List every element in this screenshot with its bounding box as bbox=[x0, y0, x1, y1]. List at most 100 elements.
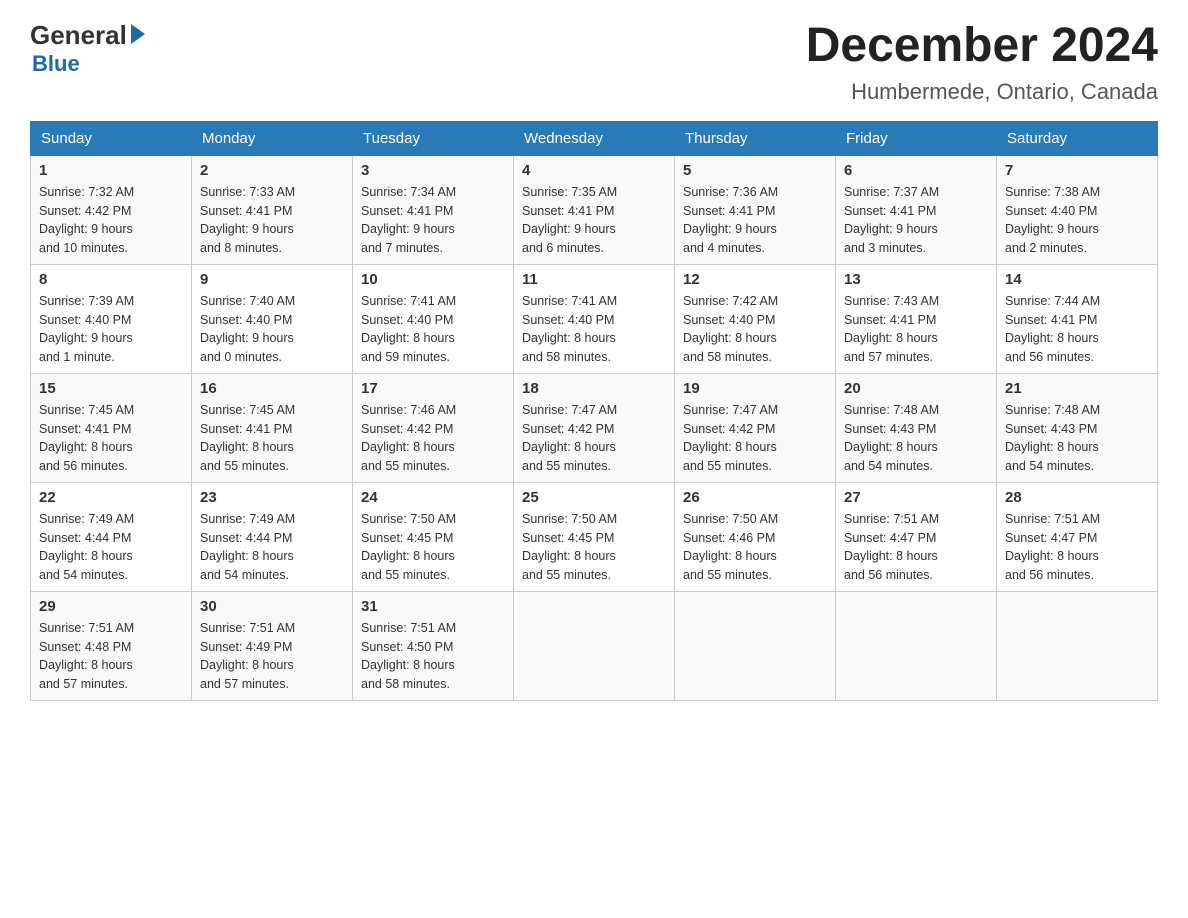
day-number: 15 bbox=[39, 380, 183, 397]
calendar-day-cell: 10 Sunrise: 7:41 AMSunset: 4:40 PMDayligh… bbox=[353, 264, 514, 373]
day-number: 23 bbox=[200, 489, 344, 506]
calendar-day-cell: 23 Sunrise: 7:49 AMSunset: 4:44 PMDayligh… bbox=[192, 482, 353, 591]
calendar-week-row: 15 Sunrise: 7:45 AMSunset: 4:41 PMDayligh… bbox=[31, 373, 1158, 482]
calendar-day-cell: 7 Sunrise: 7:38 AMSunset: 4:40 PMDaylight… bbox=[997, 155, 1158, 264]
calendar-day-cell: 1Sunrise: 7:32 AMSunset: 4:42 PMDaylight… bbox=[31, 155, 192, 264]
day-number: 26 bbox=[683, 489, 827, 506]
weekday-header-wednesday: Wednesday bbox=[514, 121, 675, 155]
day-info: Sunrise: 7:50 AMSunset: 4:45 PMDaylight:… bbox=[522, 510, 666, 585]
day-number: 12 bbox=[683, 271, 827, 288]
day-info: Sunrise: 7:50 AMSunset: 4:46 PMDaylight:… bbox=[683, 510, 827, 585]
day-number: 9 bbox=[200, 271, 344, 288]
weekday-header-sunday: Sunday bbox=[31, 121, 192, 155]
logo-top: General bbox=[30, 20, 145, 51]
day-number: 1 bbox=[39, 162, 183, 179]
logo-triangle-icon bbox=[131, 24, 145, 44]
day-info: Sunrise: 7:36 AMSunset: 4:41 PMDaylight:… bbox=[683, 183, 827, 258]
day-info: Sunrise: 7:42 AMSunset: 4:40 PMDaylight:… bbox=[683, 292, 827, 367]
title-section: December 2024 Humbermede, Ontario, Canad… bbox=[806, 20, 1158, 105]
calendar-day-cell: 8Sunrise: 7:39 AMSunset: 4:40 PMDaylight… bbox=[31, 264, 192, 373]
day-number: 13 bbox=[844, 271, 988, 288]
day-info: Sunrise: 7:35 AMSunset: 4:41 PMDaylight:… bbox=[522, 183, 666, 258]
page-header: General Blue December 2024 Humbermede, O… bbox=[30, 20, 1158, 105]
day-info: Sunrise: 7:48 AMSunset: 4:43 PMDaylight:… bbox=[844, 401, 988, 476]
day-info: Sunrise: 7:45 AMSunset: 4:41 PMDaylight:… bbox=[39, 401, 183, 476]
day-info: Sunrise: 7:49 AMSunset: 4:44 PMDaylight:… bbox=[39, 510, 183, 585]
calendar-week-row: 22 Sunrise: 7:49 AMSunset: 4:44 PMDayligh… bbox=[31, 482, 1158, 591]
calendar-day-cell: 26 Sunrise: 7:50 AMSunset: 4:46 PMDayligh… bbox=[675, 482, 836, 591]
calendar-day-cell: 16 Sunrise: 7:45 AMSunset: 4:41 PMDayligh… bbox=[192, 373, 353, 482]
day-number: 22 bbox=[39, 489, 183, 506]
day-number: 17 bbox=[361, 380, 505, 397]
day-number: 29 bbox=[39, 598, 183, 615]
calendar-day-cell: 5Sunrise: 7:36 AMSunset: 4:41 PMDaylight… bbox=[675, 155, 836, 264]
day-info: Sunrise: 7:33 AMSunset: 4:41 PMDaylight:… bbox=[200, 183, 344, 258]
day-info: Sunrise: 7:43 AMSunset: 4:41 PMDaylight:… bbox=[844, 292, 988, 367]
calendar-day-cell: 20Sunrise: 7:48 AMSunset: 4:43 PMDayligh… bbox=[836, 373, 997, 482]
calendar-week-row: 29 Sunrise: 7:51 AMSunset: 4:48 PMDayligh… bbox=[31, 591, 1158, 700]
day-number: 19 bbox=[683, 380, 827, 397]
logo-blue-text: Blue bbox=[32, 51, 80, 77]
calendar-day-cell: 13 Sunrise: 7:43 AMSunset: 4:41 PMDayligh… bbox=[836, 264, 997, 373]
calendar-day-cell: 15 Sunrise: 7:45 AMSunset: 4:41 PMDayligh… bbox=[31, 373, 192, 482]
day-info: Sunrise: 7:47 AMSunset: 4:42 PMDaylight:… bbox=[683, 401, 827, 476]
weekday-header-saturday: Saturday bbox=[997, 121, 1158, 155]
calendar-day-cell: 3 Sunrise: 7:34 AMSunset: 4:41 PMDaylight… bbox=[353, 155, 514, 264]
day-number: 18 bbox=[522, 380, 666, 397]
calendar-day-cell: 12 Sunrise: 7:42 AMSunset: 4:40 PMDayligh… bbox=[675, 264, 836, 373]
day-number: 10 bbox=[361, 271, 505, 288]
day-info: Sunrise: 7:39 AMSunset: 4:40 PMDaylight:… bbox=[39, 292, 183, 367]
day-info: Sunrise: 7:44 AMSunset: 4:41 PMDaylight:… bbox=[1005, 292, 1149, 367]
day-number: 24 bbox=[361, 489, 505, 506]
weekday-header-tuesday: Tuesday bbox=[353, 121, 514, 155]
day-info: Sunrise: 7:41 AMSunset: 4:40 PMDaylight:… bbox=[361, 292, 505, 367]
calendar-day-cell: 25 Sunrise: 7:50 AMSunset: 4:45 PMDayligh… bbox=[514, 482, 675, 591]
calendar-day-cell: 24 Sunrise: 7:50 AMSunset: 4:45 PMDayligh… bbox=[353, 482, 514, 591]
day-info: Sunrise: 7:45 AMSunset: 4:41 PMDaylight:… bbox=[200, 401, 344, 476]
day-info: Sunrise: 7:38 AMSunset: 4:40 PMDaylight:… bbox=[1005, 183, 1149, 258]
calendar-day-cell: 14Sunrise: 7:44 AMSunset: 4:41 PMDayligh… bbox=[997, 264, 1158, 373]
day-number: 31 bbox=[361, 598, 505, 615]
day-number: 7 bbox=[1005, 162, 1149, 179]
calendar-subtitle: Humbermede, Ontario, Canada bbox=[806, 79, 1158, 105]
calendar-day-cell: 17Sunrise: 7:46 AMSunset: 4:42 PMDayligh… bbox=[353, 373, 514, 482]
day-number: 6 bbox=[844, 162, 988, 179]
day-info: Sunrise: 7:41 AMSunset: 4:40 PMDaylight:… bbox=[522, 292, 666, 367]
calendar-day-cell: 27Sunrise: 7:51 AMSunset: 4:47 PMDayligh… bbox=[836, 482, 997, 591]
logo-general-text: General bbox=[30, 20, 127, 51]
weekday-header-thursday: Thursday bbox=[675, 121, 836, 155]
calendar-day-cell: 19 Sunrise: 7:47 AMSunset: 4:42 PMDayligh… bbox=[675, 373, 836, 482]
calendar-empty-cell bbox=[997, 591, 1158, 700]
calendar-day-cell: 9 Sunrise: 7:40 AMSunset: 4:40 PMDaylight… bbox=[192, 264, 353, 373]
day-info: Sunrise: 7:50 AMSunset: 4:45 PMDaylight:… bbox=[361, 510, 505, 585]
day-info: Sunrise: 7:51 AMSunset: 4:50 PMDaylight:… bbox=[361, 619, 505, 694]
calendar-week-row: 8Sunrise: 7:39 AMSunset: 4:40 PMDaylight… bbox=[31, 264, 1158, 373]
calendar-day-cell: 2 Sunrise: 7:33 AMSunset: 4:41 PMDaylight… bbox=[192, 155, 353, 264]
day-number: 25 bbox=[522, 489, 666, 506]
day-number: 4 bbox=[522, 162, 666, 179]
day-info: Sunrise: 7:49 AMSunset: 4:44 PMDaylight:… bbox=[200, 510, 344, 585]
calendar-empty-cell bbox=[514, 591, 675, 700]
day-number: 2 bbox=[200, 162, 344, 179]
calendar-day-cell: 11 Sunrise: 7:41 AMSunset: 4:40 PMDayligh… bbox=[514, 264, 675, 373]
day-info: Sunrise: 7:37 AMSunset: 4:41 PMDaylight:… bbox=[844, 183, 988, 258]
day-number: 3 bbox=[361, 162, 505, 179]
calendar-day-cell: 4 Sunrise: 7:35 AMSunset: 4:41 PMDaylight… bbox=[514, 155, 675, 264]
weekday-header-friday: Friday bbox=[836, 121, 997, 155]
day-number: 11 bbox=[522, 271, 666, 288]
calendar-day-cell: 31 Sunrise: 7:51 AMSunset: 4:50 PMDayligh… bbox=[353, 591, 514, 700]
calendar-day-cell: 22 Sunrise: 7:49 AMSunset: 4:44 PMDayligh… bbox=[31, 482, 192, 591]
calendar-day-cell: 6 Sunrise: 7:37 AMSunset: 4:41 PMDaylight… bbox=[836, 155, 997, 264]
calendar-day-cell: 30 Sunrise: 7:51 AMSunset: 4:49 PMDayligh… bbox=[192, 591, 353, 700]
day-info: Sunrise: 7:47 AMSunset: 4:42 PMDaylight:… bbox=[522, 401, 666, 476]
day-info: Sunrise: 7:51 AMSunset: 4:48 PMDaylight:… bbox=[39, 619, 183, 694]
day-info: Sunrise: 7:40 AMSunset: 4:40 PMDaylight:… bbox=[200, 292, 344, 367]
day-info: Sunrise: 7:34 AMSunset: 4:41 PMDaylight:… bbox=[361, 183, 505, 258]
day-number: 27 bbox=[844, 489, 988, 506]
day-number: 16 bbox=[200, 380, 344, 397]
day-number: 30 bbox=[200, 598, 344, 615]
calendar-day-cell: 21Sunrise: 7:48 AMSunset: 4:43 PMDayligh… bbox=[997, 373, 1158, 482]
logo: General Blue bbox=[30, 20, 145, 77]
day-number: 21 bbox=[1005, 380, 1149, 397]
day-info: Sunrise: 7:51 AMSunset: 4:49 PMDaylight:… bbox=[200, 619, 344, 694]
